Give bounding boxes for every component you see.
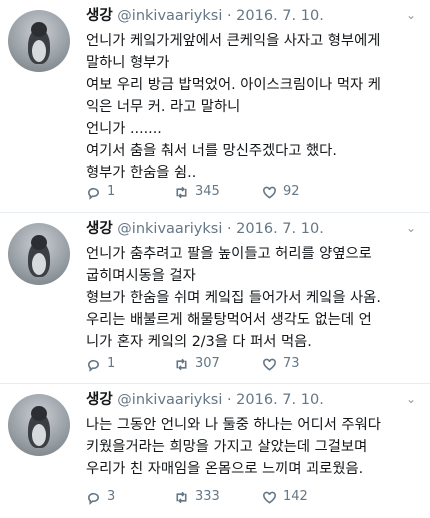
tweet-line: 말하니 형부가: [86, 55, 170, 71]
like-button[interactable]: 142: [262, 489, 350, 505]
tweet-line: 언니가 .......: [86, 121, 162, 137]
tweet-actions: 1 345 92: [86, 184, 350, 200]
tweet-actions: 1 307 73: [86, 356, 350, 372]
tweet-line: 굽히며시동을 걸자: [86, 268, 196, 284]
reply-icon: [88, 359, 99, 372]
reply-count: 1: [107, 184, 116, 199]
retweet-count: 333: [195, 489, 220, 504]
tweet-text: 언니가 케잌가게앞에서 큰케익을 사자고 형부에게 말하니 형부가 여보 우리 …: [86, 30, 420, 184]
tweet[interactable]: ⌄ 생강 @inkivaariyksi · 2016. 7. 10. 언니가 춤…: [0, 213, 430, 384]
like-count: 73: [283, 356, 300, 371]
retweet-count: 345: [195, 184, 220, 199]
reply-button[interactable]: 1: [86, 356, 174, 372]
penguin-head: [31, 406, 47, 421]
penguin-belly: [32, 253, 46, 275]
tweet-line: 형부가 한숨을 쉼..: [86, 165, 197, 181]
tweet-text: 나는 그동안 언니와 나 둘중 하나는 어디서 주워다 키웠을거라는 희망을 가…: [86, 414, 420, 480]
retweet-button[interactable]: 307: [174, 356, 262, 372]
heart-icon: [263, 491, 276, 504]
display-name[interactable]: 생강: [86, 8, 113, 24]
like-count: 142: [283, 489, 308, 504]
heart-icon: [263, 358, 276, 371]
retweet-icon: [176, 186, 187, 198]
tweet-line: 언니가 케잌가게앞에서 큰케익을 사자고 형부에게: [86, 33, 381, 49]
tweet-line: 니가 혼자 케잌의 2/3을 다 퍼서 먹음.: [86, 334, 312, 350]
timestamp[interactable]: · 2016. 7. 10.: [227, 221, 324, 237]
tweet-line: 여기서 춤을 춰서 너를 망신주겠다고 했다.: [86, 143, 337, 159]
reply-button[interactable]: 1: [86, 184, 174, 200]
avatar[interactable]: [8, 10, 70, 72]
tweet-line: 익은 너무 커. 라고 말하니: [86, 99, 241, 115]
penguin-head: [31, 235, 47, 250]
display-name[interactable]: 생강: [86, 392, 113, 408]
avatar[interactable]: [8, 394, 70, 456]
handle[interactable]: @inkivaariyksi: [117, 392, 222, 408]
timestamp[interactable]: · 2016. 7. 10.: [227, 392, 324, 408]
tweet-line: 언니가 춤추려고 팔을 높이들고 허리를 양옆으로: [86, 246, 372, 262]
avatar[interactable]: [8, 223, 70, 285]
tweet-line: 형브가 한숨을 쉬며 케잌집 들어가서 케잌을 사옴.: [86, 290, 381, 306]
retweet-icon: [176, 491, 187, 503]
reply-icon: [88, 492, 99, 505]
like-count: 92: [283, 184, 300, 199]
like-button[interactable]: 73: [262, 356, 350, 372]
tweet[interactable]: ⌄ 생강 @inkivaariyksi · 2016. 7. 10. 언니가 케…: [0, 0, 430, 213]
reply-count: 3: [107, 489, 116, 504]
tweet-actions: 3 333 142: [86, 489, 350, 505]
penguin-head: [31, 22, 47, 37]
reply-icon: [88, 187, 99, 200]
reply-button[interactable]: 3: [86, 489, 174, 505]
timestamp[interactable]: · 2016. 7. 10.: [227, 8, 324, 24]
like-button[interactable]: 92: [262, 184, 350, 200]
tweet-line: 우리는 배불르게 해물탕먹어서 생각도 없는데 언: [86, 312, 372, 328]
tweet-text: 언니가 춤추려고 팔을 높이들고 허리를 양옆으로 굽히며시동을 걸자 형브가 …: [86, 243, 420, 353]
retweet-count: 307: [195, 356, 220, 371]
tweet-line: 여보 우리 방금 밥먹었어. 아이스크림이나 먹자 케: [86, 77, 381, 93]
tweet-line: 키웠을거라는 희망을 가지고 살았는데 그걸보며: [86, 439, 368, 455]
retweet-button[interactable]: 345: [174, 184, 262, 200]
display-name[interactable]: 생강: [86, 221, 113, 237]
tweet-line: 나는 그동안 언니와 나 둘중 하나는 어디서 주워다: [86, 417, 381, 433]
retweet-button[interactable]: 333: [174, 489, 262, 505]
reply-count: 1: [107, 356, 116, 371]
penguin-belly: [32, 40, 46, 62]
tweet[interactable]: ⌄ 생강 @inkivaariyksi · 2016. 7. 10. 나는 그동…: [0, 384, 430, 518]
handle[interactable]: @inkivaariyksi: [117, 221, 222, 237]
heart-icon: [263, 186, 276, 199]
penguin-belly: [32, 424, 46, 446]
handle[interactable]: @inkivaariyksi: [117, 8, 222, 24]
retweet-icon: [176, 358, 187, 370]
tweet-line: 우리가 친 자매임을 온몸으로 느끼며 괴로웠음.: [86, 461, 364, 477]
